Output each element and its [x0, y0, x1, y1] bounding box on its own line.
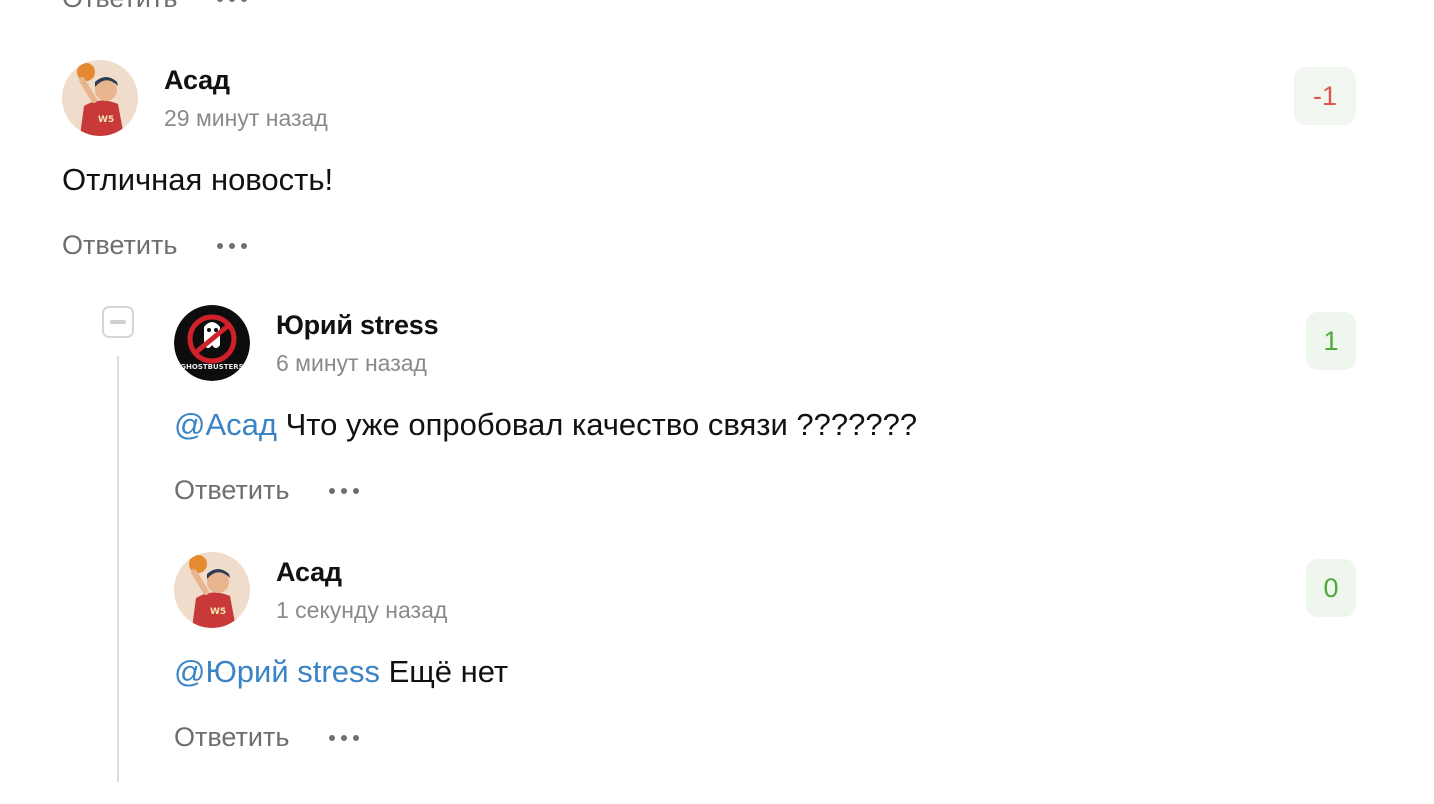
comment-header: W5 Асад 29 минут назад -1 [62, 60, 1356, 138]
comment-time: 1 секунду назад [276, 597, 448, 623]
rating-badge[interactable]: 0 [1306, 559, 1356, 617]
comment: GHOSTBUSTERS Юрий stress 6 минут назад 1… [174, 305, 1356, 506]
minus-icon [110, 320, 126, 324]
avatar[interactable]: GHOSTBUSTERS [174, 305, 250, 381]
ghostbusters-logo-icon: GHOSTBUSTERS [174, 305, 250, 381]
reply-button[interactable]: Ответить [62, 0, 177, 14]
avatar[interactable]: W5 [174, 552, 250, 628]
comment-body: Ещё нет [379, 654, 509, 689]
reply-button[interactable]: Ответить [174, 475, 289, 506]
comment-body: Отличная новость! [62, 162, 334, 197]
comment-header: W5 Асад 1 секунду назад 0 [174, 552, 1356, 630]
more-options-icon[interactable] [217, 239, 248, 253]
comment-text: @Юрий stress Ещё нет [174, 652, 1356, 692]
author-name[interactable]: Асад [276, 557, 342, 588]
svg-text:GHOSTBUSTERS: GHOSTBUSTERS [180, 363, 243, 371]
comment: W5 Асад 29 минут назад -1 Отличная новос… [62, 60, 1356, 261]
comment-body: Что уже опробовал качество связи ??????? [276, 407, 918, 442]
mention-link[interactable]: @Асад [174, 407, 277, 442]
comment-text: @Асад Что уже опробовал качество связи ?… [174, 405, 1356, 445]
comment-actions: Ответить [62, 230, 1356, 261]
comments-page: Ответить W5 Асад 29 минут назад -1 [0, 0, 1434, 804]
comment: W5 Асад 1 секунду назад 0 @Юрий stress Е… [174, 552, 1356, 753]
rating-badge[interactable]: -1 [1294, 67, 1356, 125]
author-name[interactable]: Юрий stress [276, 310, 439, 341]
svg-text:W5: W5 [210, 607, 226, 617]
basketball-player-icon: W5 [174, 552, 250, 628]
more-options-icon[interactable] [329, 731, 360, 745]
reply-button[interactable]: Ответить [174, 722, 289, 753]
comment-header: GHOSTBUSTERS Юрий stress 6 минут назад 1 [174, 305, 1356, 383]
previous-comment-actions: Ответить [62, 0, 248, 14]
author-name[interactable]: Асад [164, 65, 230, 96]
avatar[interactable]: W5 [62, 60, 138, 136]
mention-link[interactable]: @Юрий stress [174, 654, 380, 689]
comment-actions: Ответить [174, 722, 1356, 753]
more-options-icon[interactable] [217, 0, 248, 6]
collapse-thread-button[interactable] [102, 306, 134, 338]
reply-button[interactable]: Ответить [62, 230, 177, 261]
comment-time: 29 минут назад [164, 105, 328, 131]
comment-time: 6 минут назад [276, 350, 427, 376]
thread-line[interactable] [117, 356, 119, 782]
comment-actions: Ответить [174, 475, 1356, 506]
svg-text:W5: W5 [98, 115, 114, 125]
comment-text: Отличная новость! [62, 160, 1356, 200]
more-options-icon[interactable] [329, 484, 360, 498]
rating-badge[interactable]: 1 [1306, 312, 1356, 370]
basketball-player-icon: W5 [62, 60, 138, 136]
